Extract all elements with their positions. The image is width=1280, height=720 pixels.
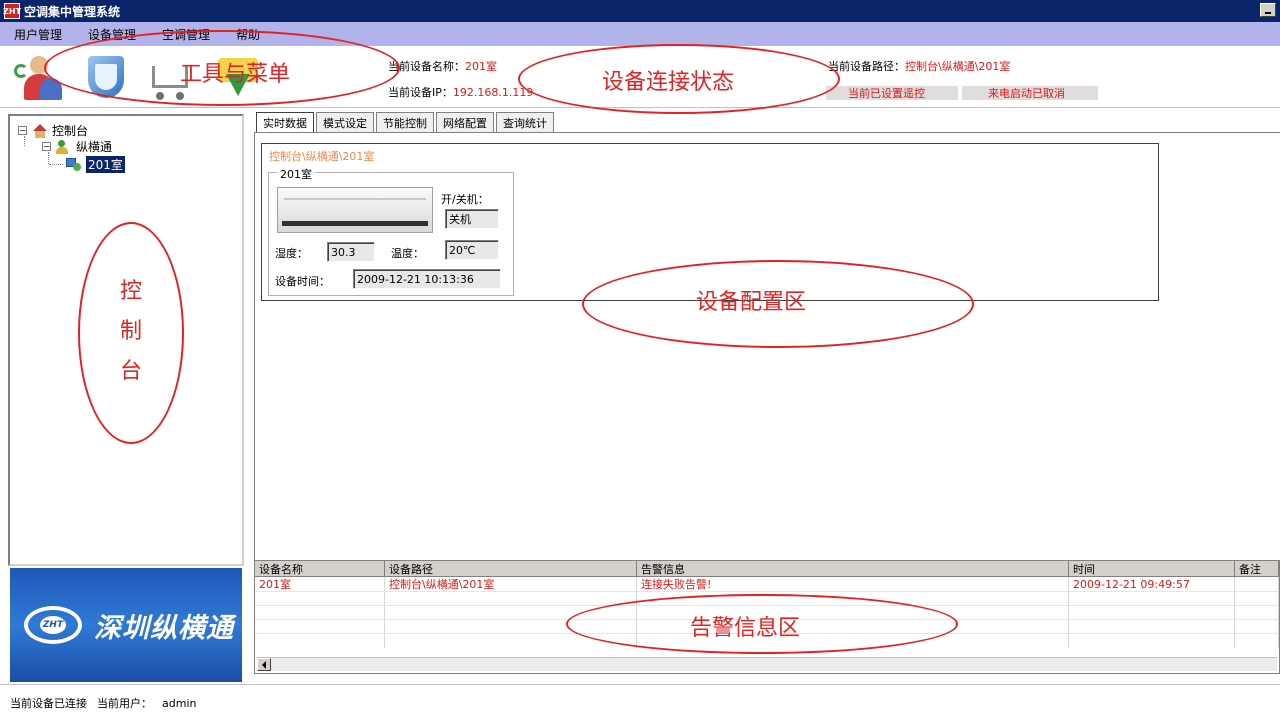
device-time-label: 设备时间： xyxy=(275,275,330,288)
cell-device-path: 控制台\纵横通\201室 xyxy=(385,577,637,591)
chevron-left-icon xyxy=(262,660,266,669)
col-device-path[interactable]: 设备路径 xyxy=(385,561,637,577)
tree-label-console: 控制台 xyxy=(52,124,89,138)
empty-table-row xyxy=(255,605,1279,620)
col-alarm-message[interactable]: 告警信息 xyxy=(637,561,1069,577)
device-time-field[interactable]: 2009-12-21 10:13:36 xyxy=(353,269,501,289)
device-group-box: 201室 开/关机： 关机 湿度： 30.3 温度： 20℃ 设备时间： 200… xyxy=(268,166,514,296)
tab-mode-settings[interactable]: 模式设定 xyxy=(316,112,374,132)
company-logo: ZHT 深圳纵横通 xyxy=(10,568,242,682)
table-row[interactable]: 201室 控制台\纵横通\201室 连接失败告警! 2009-12-21 09:… xyxy=(255,577,1279,591)
minimize-button[interactable] xyxy=(1260,3,1276,17)
power-value-field[interactable]: 关机 xyxy=(445,209,499,229)
device-name-label: 当前设备名称： xyxy=(388,60,465,73)
humidity-value-field[interactable]: 30.3 xyxy=(327,242,375,262)
current-user-value: admin xyxy=(162,696,197,710)
menu-ac-management[interactable]: 空调管理 xyxy=(162,26,210,43)
tree-node-group[interactable]: − 纵横通 xyxy=(42,138,112,155)
temperature-value-field[interactable]: 20℃ xyxy=(445,240,499,260)
tab-query-stats[interactable]: 查询统计 xyxy=(496,112,554,132)
device-ip-value: 192.168.1.119 xyxy=(452,86,534,99)
empty-table-row xyxy=(255,619,1279,634)
logo-mark-icon: ZHT xyxy=(18,602,88,648)
scroll-left-button[interactable] xyxy=(257,658,271,671)
cell-note xyxy=(1235,577,1279,591)
menu-help[interactable]: 帮助 xyxy=(236,26,260,43)
cell-device-name: 201室 xyxy=(255,577,385,591)
device-name-value: 201室 xyxy=(465,60,497,73)
remote-status-badge: 当前已设置遥控 xyxy=(826,86,958,100)
alarm-table: 设备名称 设备路径 告警信息 时间 备注 201室 控制台\纵横通\201室 连… xyxy=(254,560,1280,674)
air-conditioner-icon[interactable] xyxy=(277,187,433,233)
current-user-label: 当前用户： xyxy=(97,696,152,710)
app-icon: ZHT xyxy=(3,3,21,19)
device-config-area: 控制台\纵横通\201室 201室 开/关机： 关机 湿度： 30.3 温度： … xyxy=(254,132,1280,560)
device-ip-info: 当前设备IP：192.168.1.119 xyxy=(388,84,533,100)
device-frame-path: 控制台\纵横通\201室 xyxy=(269,150,375,163)
shield-icon[interactable] xyxy=(80,54,132,102)
col-device-name[interactable]: 设备名称 xyxy=(255,561,385,577)
cell-alarm-message: 连接失败告警! xyxy=(637,577,1069,591)
tab-energy-control[interactable]: 节能控制 xyxy=(376,112,434,132)
col-note[interactable]: 备注 xyxy=(1235,561,1279,577)
logo-text: 深圳纵横通 xyxy=(94,612,234,644)
tab-realtime-data[interactable]: 实时数据 xyxy=(256,112,314,133)
power-label: 开/关机： xyxy=(441,193,489,206)
device-path-value: 控制台\纵横通\201室 xyxy=(905,60,1011,73)
temperature-label: 温度： xyxy=(391,247,424,260)
device-group-title: 201室 xyxy=(277,166,315,182)
users-icon[interactable] xyxy=(14,54,66,102)
menu-bar: 用户管理 设备管理 空调管理 帮助 xyxy=(0,22,1280,46)
annotation-console: 控 制 台 xyxy=(119,279,142,384)
tree-collapse-icon[interactable]: − xyxy=(18,126,27,135)
tree-label-group: 纵横通 xyxy=(76,140,113,154)
status-bar: 当前设备已连接 当前用户： admin xyxy=(0,684,1280,720)
cart-icon[interactable] xyxy=(146,54,198,102)
tree-label-room: 201室 xyxy=(86,156,125,173)
device-icon xyxy=(66,157,82,172)
tree-node-room[interactable]: 201室 xyxy=(66,156,125,173)
download-icon[interactable] xyxy=(212,54,264,102)
autostart-status-badge: 来电启动已取消 xyxy=(962,86,1098,100)
current-user: 当前用户： admin xyxy=(97,695,206,711)
tree-node-console[interactable]: − 控制台 xyxy=(18,122,88,139)
menu-device-management[interactable]: 设备管理 xyxy=(88,26,136,43)
device-frame: 控制台\纵横通\201室 201室 开/关机： 关机 湿度： 30.3 温度： … xyxy=(261,143,1159,301)
menu-user-management[interactable]: 用户管理 xyxy=(14,26,62,43)
device-path-label: 当前设备路径： xyxy=(828,60,905,73)
empty-table-row xyxy=(255,633,1279,648)
device-path-info: 当前设备路径：控制台\纵横通\201室 xyxy=(828,58,1010,74)
col-time[interactable]: 时间 xyxy=(1069,561,1235,577)
horizontal-scrollbar[interactable] xyxy=(257,657,1277,671)
device-name-info: 当前设备名称：201室 xyxy=(388,58,497,74)
humidity-label: 湿度： xyxy=(275,247,308,260)
tab-network-config[interactable]: 网络配置 xyxy=(436,112,494,132)
connection-status: 当前设备已连接 xyxy=(10,696,87,710)
alarm-table-header: 设备名称 设备路径 告警信息 时间 备注 xyxy=(255,561,1279,577)
tree-collapse-icon[interactable]: − xyxy=(42,142,51,151)
device-ip-label: 当前设备IP： xyxy=(388,86,453,99)
minimize-icon xyxy=(1265,12,1271,14)
group-icon xyxy=(56,139,72,154)
window-titlebar: ZHT 空调集中管理系统 xyxy=(0,0,1280,22)
cell-time: 2009-12-21 09:49:57 xyxy=(1069,577,1235,591)
house-icon xyxy=(32,123,48,138)
empty-table-row xyxy=(255,591,1279,606)
window-title: 空调集中管理系统 xyxy=(24,4,121,19)
tab-bar: 实时数据 模式设定 节能控制 网络配置 查询统计 xyxy=(256,112,556,133)
